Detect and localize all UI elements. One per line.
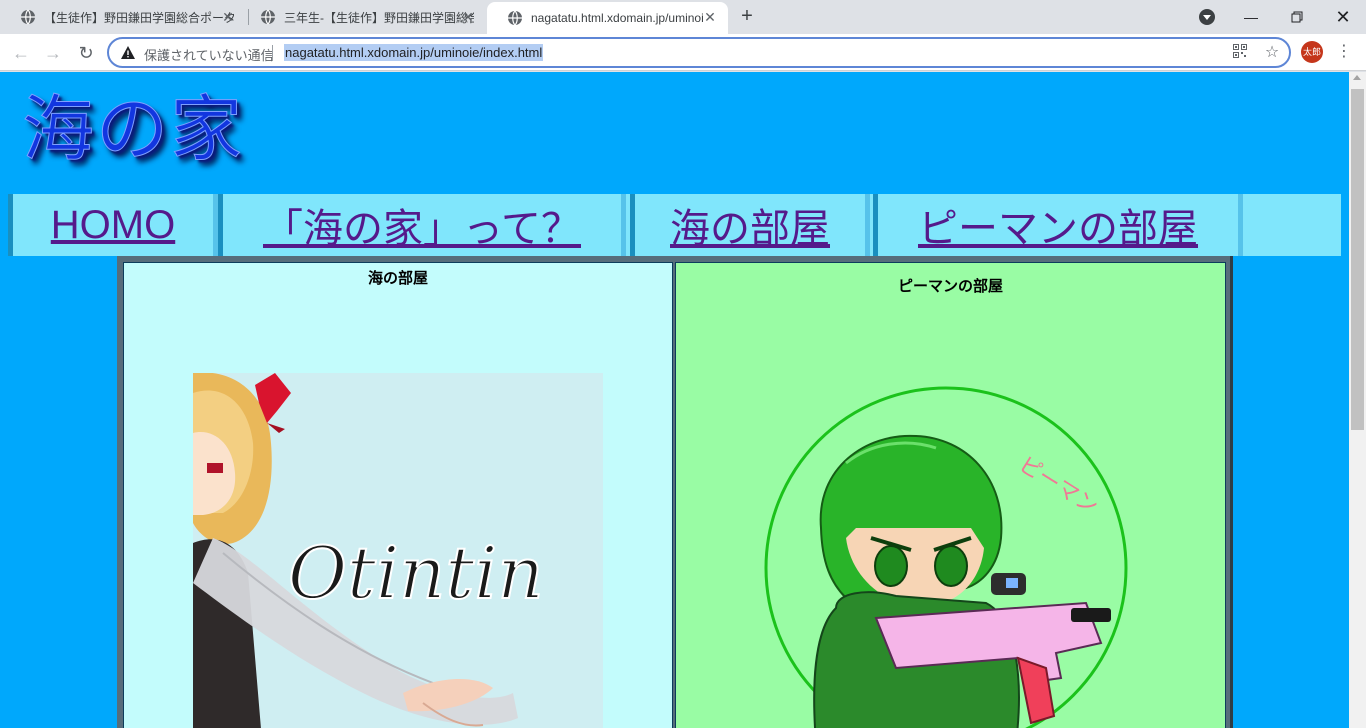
forward-button[interactable]: → bbox=[41, 41, 65, 65]
browser-toolbar: ← → ↻ 保護されていない通信 nagatatu.html.xdomain.j… bbox=[0, 34, 1366, 71]
tab-search-icon[interactable] bbox=[1199, 9, 1215, 25]
tab-title: 三年生-【生徒作】野田鎌田学園総合 bbox=[284, 10, 474, 25]
security-status[interactable]: 保護されていない通信 bbox=[144, 45, 274, 64]
globe-icon bbox=[508, 10, 522, 26]
globe-icon bbox=[261, 9, 275, 25]
tab-title: nagatatu.html.xdomain.jp/uminoie/index.h… bbox=[531, 11, 703, 25]
restore-icon bbox=[1291, 11, 1303, 23]
warning-icon[interactable] bbox=[120, 45, 136, 61]
nav-cell: 海の部屋 bbox=[630, 194, 870, 256]
nav-link-about[interactable]: 「海の家」って？ bbox=[263, 196, 581, 254]
site-nav: HOMO 「海の家」って？ 海の部屋 ピーマンの部屋 bbox=[8, 194, 1341, 256]
sea-room-title: 海の部屋 bbox=[367, 270, 428, 287]
sea-room-image[interactable]: Otintin bbox=[193, 373, 603, 728]
close-icon[interactable]: ✕ bbox=[220, 9, 236, 25]
qr-code-icon[interactable] bbox=[1231, 44, 1249, 62]
otintin-text: Otintin bbox=[288, 531, 544, 615]
sea-room-cell: 海の部屋 Otintin bbox=[123, 262, 673, 728]
scroll-up-icon[interactable] bbox=[1353, 75, 1361, 80]
back-button[interactable]: ← bbox=[9, 41, 33, 65]
reload-button[interactable]: ↻ bbox=[74, 41, 98, 65]
nav-cell: HOMO bbox=[8, 194, 218, 256]
tab-strip: 【生徒作】野田鎌田学園総合ポータル ✕ 三年生-【生徒作】野田鎌田学園総合 ✕ … bbox=[0, 0, 1366, 34]
url-text[interactable]: nagatatu.html.xdomain.jp/uminoie/index.h… bbox=[284, 44, 544, 61]
new-tab-button[interactable]: + bbox=[737, 6, 757, 27]
nav-link-pepper-room[interactable]: ピーマンの部屋 bbox=[918, 196, 1198, 254]
nav-link-sea-room[interactable]: 海の部屋 bbox=[670, 196, 830, 254]
scroll-thumb[interactable] bbox=[1351, 89, 1364, 430]
close-icon[interactable]: ✕ bbox=[702, 9, 718, 25]
nav-link-homo[interactable]: HOMO bbox=[51, 203, 175, 248]
more-menu-icon[interactable]: ⋮ bbox=[1336, 41, 1352, 63]
address-separator bbox=[272, 45, 273, 61]
page-viewport: 海の家 HOMO 「海の家」って？ 海の部屋 ピーマンの部屋 海の部屋 Otin… bbox=[0, 72, 1349, 728]
profile-avatar[interactable]: 太郎 bbox=[1301, 41, 1323, 63]
restore-button[interactable] bbox=[1274, 0, 1320, 34]
rooms-table: 海の部屋 Otintin ピーマンの部屋 ピーマン bbox=[117, 256, 1233, 728]
nav-cell: ピーマンの部屋 bbox=[873, 194, 1243, 256]
browser-tab-active[interactable]: nagatatu.html.xdomain.jp/uminoie/index.h… bbox=[487, 2, 728, 34]
pepper-room-cell: ピーマンの部屋 ピーマン bbox=[675, 262, 1226, 728]
tab-title: 【生徒作】野田鎌田学園総合ポータル bbox=[44, 10, 234, 25]
globe-icon bbox=[21, 9, 35, 25]
close-window-button[interactable]: ✕ bbox=[1320, 0, 1366, 34]
vertical-scrollbar[interactable] bbox=[1349, 72, 1366, 728]
close-icon[interactable]: ✕ bbox=[460, 9, 476, 25]
site-logo: 海の家 bbox=[21, 87, 245, 172]
nav-cell: 「海の家」って？ bbox=[218, 194, 626, 256]
minimize-button[interactable]: — bbox=[1228, 0, 1274, 34]
browser-tab[interactable]: 三年生-【生徒作】野田鎌田学園総合 ✕ bbox=[240, 0, 486, 34]
bookmark-star-icon[interactable]: ☆ bbox=[1263, 44, 1281, 62]
address-bar[interactable]: 保護されていない通信 nagatatu.html.xdomain.jp/umin… bbox=[107, 37, 1291, 68]
pepper-room-image[interactable]: ピーマン bbox=[756, 378, 1136, 728]
pepper-room-title: ピーマンの部屋 bbox=[897, 278, 1003, 295]
browser-tab[interactable]: 【生徒作】野田鎌田学園総合ポータル ✕ bbox=[0, 0, 246, 34]
